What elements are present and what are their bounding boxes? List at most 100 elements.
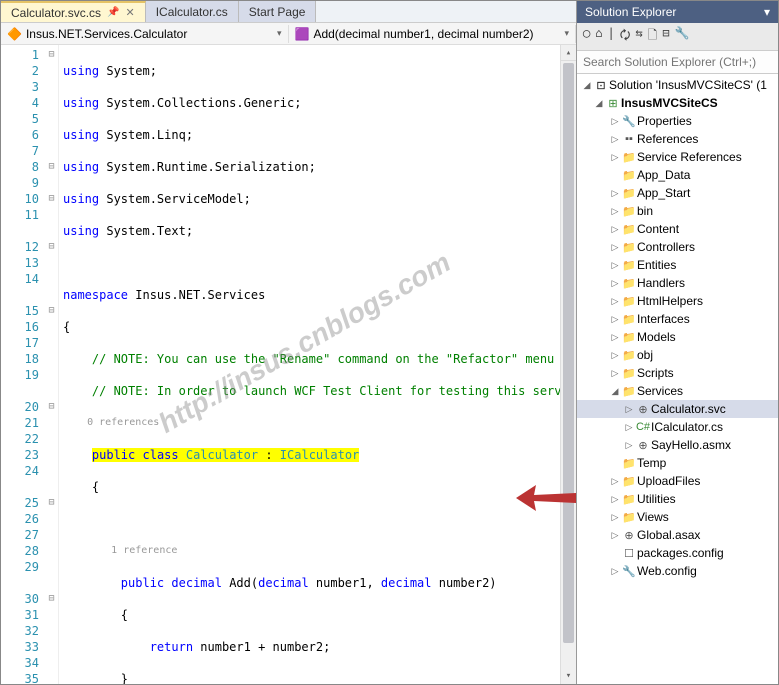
tree-item[interactable]: 📁 App_Data (577, 166, 778, 184)
item-icon: 📁 (621, 151, 637, 164)
scroll-up-icon[interactable]: ▴ (561, 45, 576, 61)
tree-label: Properties (637, 114, 692, 128)
expand-icon[interactable]: ▷ (609, 224, 621, 235)
expand-icon[interactable]: ▷ (623, 440, 635, 451)
tree-item[interactable]: ▷🔧 Properties (577, 112, 778, 130)
tree-item[interactable]: ▷⊕ Global.asax (577, 526, 778, 544)
item-icon: 📁 (621, 259, 637, 272)
tree-item[interactable]: ▷📁 Utilities (577, 490, 778, 508)
item-icon: 📁 (621, 223, 637, 236)
tree-label: Content (637, 222, 679, 236)
method-combo[interactable]: 🟪Add(decimal number1, decimal number2) ▾ (289, 25, 577, 43)
codelens[interactable]: 1 reference (63, 543, 556, 559)
tree-item[interactable]: ▷📁 Controllers (577, 238, 778, 256)
tree-item[interactable]: ▷📁 Interfaces (577, 310, 778, 328)
expand-icon[interactable]: ▷ (609, 206, 621, 217)
tree-item[interactable]: ▷▪▪ References (577, 130, 778, 148)
tree-item[interactable]: ▷📁 Handlers (577, 274, 778, 292)
expand-icon[interactable]: ◢ (581, 80, 593, 91)
expand-icon[interactable]: ▷ (623, 422, 635, 433)
tree-label: ICalculator.cs (651, 420, 723, 434)
item-icon: ▪▪ (621, 133, 637, 145)
tree-item[interactable]: ▷📁 Entities (577, 256, 778, 274)
pin-icon[interactable]: 📌 (107, 7, 119, 18)
project-node[interactable]: ◢ ⊞ InsusMVCSiteCS (577, 94, 778, 112)
tree-item[interactable]: ▷📁 Views (577, 508, 778, 526)
scroll-down-icon[interactable]: ▾ (561, 668, 576, 684)
tree-item[interactable]: ☐ packages.config (577, 544, 778, 562)
item-icon: 📁 (621, 277, 637, 290)
expand-icon[interactable]: ▷ (609, 332, 621, 343)
expand-icon[interactable]: ▷ (609, 278, 621, 289)
expand-icon[interactable]: ▷ (609, 512, 621, 523)
tree-item[interactable]: ▷🔧 Web.config (577, 562, 778, 580)
watermark: http://insus.cnblogs.com (157, 253, 452, 433)
show-all-icon[interactable]: 🗋 (648, 26, 658, 47)
tab-label: Calculator.svc.cs (11, 6, 101, 20)
collapse-icon[interactable]: ⊟ (662, 26, 669, 47)
sync-icon[interactable]: ⇆ (635, 26, 642, 47)
solution-explorer-title: Solution Explorer ▾ (577, 1, 778, 23)
tree-item[interactable]: ▷📁 Service References (577, 148, 778, 166)
solution-root[interactable]: ◢ ⊡ Solution 'InsusMVCSiteCS' (1 (577, 76, 778, 94)
tree-item[interactable]: ▷📁 Models (577, 328, 778, 346)
item-icon: 🔧 (621, 565, 637, 578)
tab-start-page[interactable]: Start Page (239, 1, 317, 22)
item-icon: ⊕ (635, 439, 651, 452)
tab-icalculator-cs[interactable]: ICalculator.cs (146, 1, 239, 22)
home-icon[interactable]: ⌂ (595, 26, 602, 47)
tree-label: Views (637, 510, 669, 524)
expand-icon[interactable]: ▷ (609, 296, 621, 307)
class-combo[interactable]: 🔶Insus.NET.Services.Calculator ▾ (1, 25, 289, 43)
tree-item[interactable]: ▷📁 UploadFiles (577, 472, 778, 490)
expand-icon[interactable]: ▷ (609, 260, 621, 271)
back-icon[interactable]: ◯ (583, 26, 590, 47)
expand-icon[interactable]: ▷ (609, 566, 621, 577)
expand-icon[interactable]: ▷ (609, 314, 621, 325)
expand-icon[interactable]: ▷ (609, 134, 621, 145)
solution-explorer: Solution Explorer ▾ ◯ ⌂ | 🗘 ⇆ 🗋 ⊟ 🔧 ◢ ⊡ … (576, 1, 778, 684)
expand-icon[interactable]: ▷ (609, 476, 621, 487)
tree-item[interactable]: ▷📁 Scripts (577, 364, 778, 382)
expand-icon[interactable]: ▷ (623, 404, 635, 415)
chevron-down-icon: ▾ (564, 28, 569, 39)
vertical-scrollbar[interactable]: ▴ ▾ (560, 45, 576, 684)
properties-icon[interactable]: 🔧 (675, 26, 690, 47)
close-icon[interactable]: ✕ (125, 6, 134, 19)
panel-dropdown-icon[interactable]: ▾ (764, 5, 770, 19)
search-input[interactable] (577, 51, 778, 73)
class-icon: 🔶 (7, 27, 22, 41)
tree-label: HtmlHelpers (637, 294, 703, 308)
expand-icon[interactable]: ◢ (609, 386, 621, 397)
tree-item[interactable]: 📁 Temp (577, 454, 778, 472)
tree-label: App_Start (637, 186, 690, 200)
code-area[interactable]: using System; using System.Collections.G… (59, 45, 560, 684)
expand-icon[interactable]: ◢ (593, 98, 605, 109)
class-combo-text: Insus.NET.Services.Calculator (26, 27, 187, 41)
tree-item[interactable]: ▷📁 Content (577, 220, 778, 238)
refresh-icon[interactable]: 🗘 (620, 26, 631, 47)
tree-label: Services (637, 384, 683, 398)
expand-icon[interactable]: ▷ (609, 116, 621, 127)
tab-calculator-svc-cs[interactable]: Calculator.svc.cs 📌 ✕ (1, 1, 146, 22)
tree-item[interactable]: ▷C# ICalculator.cs (577, 418, 778, 436)
scroll-thumb[interactable] (563, 63, 574, 643)
expand-icon[interactable]: ▷ (609, 242, 621, 253)
tree-item[interactable]: ◢📁 Services (577, 382, 778, 400)
expand-icon[interactable]: ▷ (609, 152, 621, 163)
expand-icon[interactable]: ▷ (609, 368, 621, 379)
expand-icon[interactable]: ▷ (609, 350, 621, 361)
method-icon: 🟪 (295, 27, 310, 41)
tree-item[interactable]: ▷📁 HtmlHelpers (577, 292, 778, 310)
expand-icon[interactable]: ▷ (609, 188, 621, 199)
solution-search (577, 51, 778, 74)
expand-icon[interactable]: ▷ (609, 530, 621, 541)
tree-item[interactable]: ▷📁 obj (577, 346, 778, 364)
tree-label: Utilities (637, 492, 676, 506)
tree-item[interactable]: ▷📁 App_Start (577, 184, 778, 202)
codelens[interactable]: 0 references (63, 415, 556, 431)
tree-item[interactable]: ▷⊕ SayHello.asmx (577, 436, 778, 454)
tree-item[interactable]: ▷⊕ Calculator.svc (577, 400, 778, 418)
expand-icon[interactable]: ▷ (609, 494, 621, 505)
tree-item[interactable]: ▷📁 bin (577, 202, 778, 220)
